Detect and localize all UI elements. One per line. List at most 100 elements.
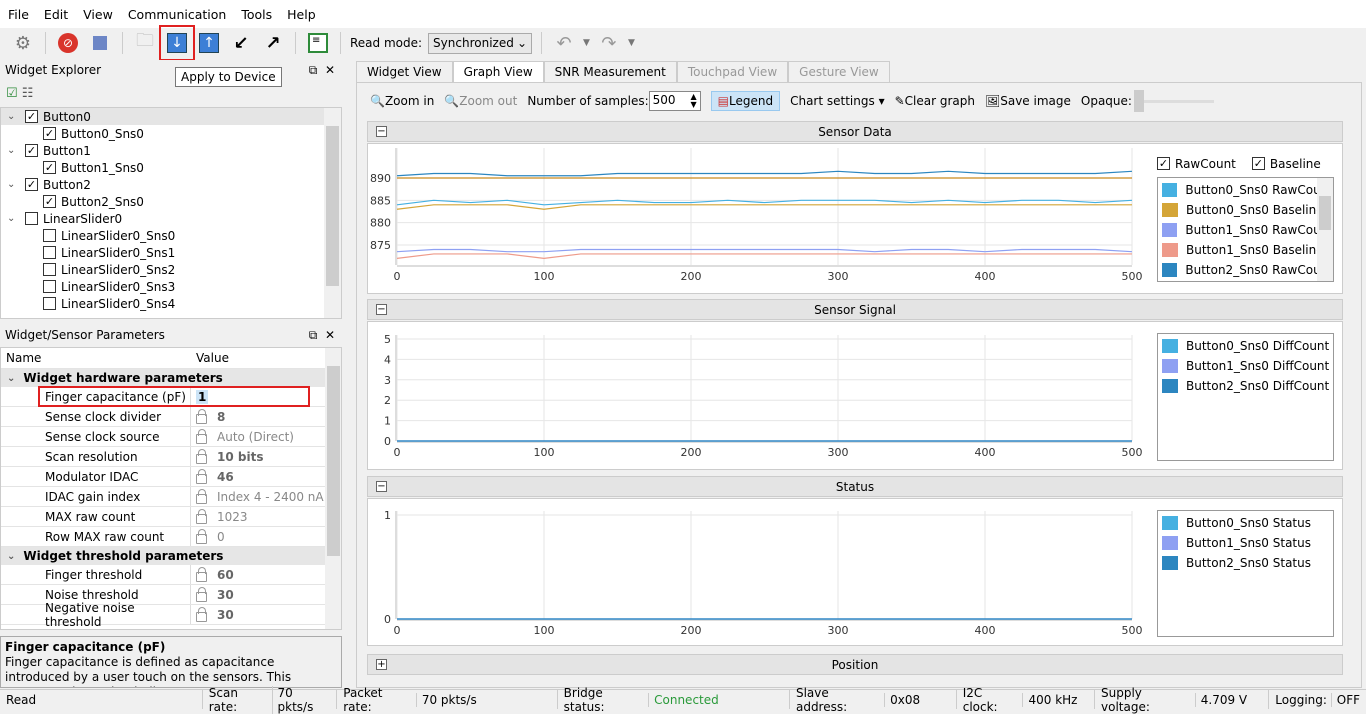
chevron-down-icon[interactable]: ⌄: [7, 111, 25, 122]
legend-item[interactable]: Button2_Sns0 DiffCount: [1158, 376, 1333, 396]
params-scrollbar[interactable]: [325, 348, 341, 629]
close-icon[interactable]: ✕: [325, 328, 335, 342]
legend-item[interactable]: Button2_Sns0 RawCount: [1158, 260, 1333, 280]
status-header[interactable]: − Status: [367, 476, 1343, 497]
tree-item[interactable]: ✓ Button2_Sns0: [1, 193, 341, 210]
menu-view[interactable]: View: [83, 7, 113, 22]
log-icon[interactable]: ≡: [305, 30, 331, 56]
checkbox[interactable]: ✓: [25, 144, 38, 157]
param-row[interactable]: Row MAX raw count 0: [1, 527, 341, 547]
samples-input[interactable]: 500 ▲ ▼: [648, 91, 701, 111]
legend-item[interactable]: Button1_Sns0 RawCount: [1158, 220, 1333, 240]
read-mode-select[interactable]: Synchronized ⌄: [428, 32, 533, 54]
checkbox[interactable]: ✓: [43, 127, 56, 140]
zoom-in-button[interactable]: 🔍Zoom in: [370, 94, 434, 108]
param-value: Index 4 - 2400 nA: [191, 488, 324, 504]
tree-item[interactable]: LinearSlider0_Sns2: [1, 261, 341, 278]
param-row[interactable]: IDAC gain index Index 4 - 2400 nA: [1, 487, 341, 507]
tree-item[interactable]: LinearSlider0_Sns4: [1, 295, 341, 312]
param-row[interactable]: Scan resolution 10 bits: [1, 447, 341, 467]
zoom-out-button[interactable]: 🔍Zoom out: [444, 94, 517, 108]
rawcount-checkbox[interactable]: ✓ RawCount: [1157, 157, 1236, 171]
save-image-button[interactable]: 🖼Save image: [985, 94, 1071, 108]
tree-item[interactable]: LinearSlider0_Sns0: [1, 227, 341, 244]
param-group[interactable]: ⌄ Widget hardware parameters: [1, 369, 341, 387]
redo-icon[interactable]: ↷: [596, 30, 622, 56]
menu-file[interactable]: File: [8, 7, 29, 22]
checkbox[interactable]: ✓: [25, 178, 38, 191]
tree-item[interactable]: ⌄ ✓ Button1: [1, 142, 341, 159]
checkbox[interactable]: [43, 229, 56, 242]
legend-item[interactable]: Button1_Sns0 Baseline: [1158, 240, 1333, 260]
redo-dropdown-icon[interactable]: ▼: [628, 38, 635, 48]
menu-tools[interactable]: Tools: [241, 7, 272, 22]
chart-settings-button[interactable]: Chart settings ▾: [790, 94, 885, 108]
chevron-down-icon[interactable]: ⌄: [7, 213, 25, 224]
opaque-slider[interactable]: [1133, 90, 1214, 112]
tree-item[interactable]: ⌄ ✓ Button0: [1, 108, 341, 125]
legend-item[interactable]: Button1_Sns0 Status: [1158, 533, 1333, 553]
param-row[interactable]: Finger threshold 60: [1, 565, 341, 585]
export-icon[interactable]: ↗: [260, 30, 286, 56]
chevron-down-icon[interactable]: ⌄: [7, 179, 25, 190]
legend-item[interactable]: Button0_Sns0 RawCount: [1158, 180, 1333, 200]
legend-item[interactable]: Button0_Sns0 Baseline: [1158, 200, 1333, 220]
checkbox[interactable]: ✓: [25, 110, 38, 123]
menu-help[interactable]: Help: [287, 7, 316, 22]
chevron-down-icon[interactable]: ⌄: [7, 145, 25, 156]
legend-item[interactable]: Button0_Sns0 DiffCount: [1158, 336, 1333, 356]
disconnect-button[interactable]: ⊘: [55, 30, 81, 56]
open-folder-icon[interactable]: 🗀: [132, 30, 158, 56]
param-row[interactable]: Sense clock divider 8: [1, 407, 341, 427]
checkbox[interactable]: [25, 212, 38, 225]
legend-scrollbar[interactable]: [1317, 178, 1333, 281]
x-tick-label: 100: [534, 270, 555, 283]
checkbox[interactable]: [43, 263, 56, 276]
undo-dropdown-icon[interactable]: ▼: [583, 38, 590, 48]
view-tabs: Widget View Graph View SNR Measurement Touc…: [356, 61, 890, 82]
settings-gear-icon[interactable]: ⚙: [10, 30, 36, 56]
tree-item[interactable]: ✓ Button0_Sns0: [1, 125, 341, 142]
checkbox[interactable]: [43, 246, 56, 259]
float-icon[interactable]: ⧉: [309, 63, 318, 77]
read-from-device-button[interactable]: ↑: [196, 30, 222, 56]
tab-snr-measurement[interactable]: SNR Measurement: [543, 61, 677, 82]
float-icon[interactable]: ⧉: [309, 328, 318, 342]
param-group[interactable]: ⌄ Widget threshold parameters: [1, 547, 341, 565]
undo-icon[interactable]: ↶: [551, 30, 577, 56]
checkbox[interactable]: [43, 280, 56, 293]
menu-communication[interactable]: Communication: [128, 7, 227, 22]
legend-item[interactable]: Button2_Sns0 Status: [1158, 553, 1333, 573]
tree-scrollbar[interactable]: [324, 108, 341, 318]
checkbox[interactable]: ✓: [43, 161, 56, 174]
tab-widget-view[interactable]: Widget View: [356, 61, 453, 82]
param-row[interactable]: Negative noise threshold 30: [1, 601, 341, 629]
tree-item[interactable]: ⌄ ✓ Button2: [1, 176, 341, 193]
sensor-signal-header[interactable]: − Sensor Signal: [367, 299, 1343, 320]
legend-item[interactable]: Button0_Sns0 Status: [1158, 513, 1333, 533]
param-row[interactable]: Sense clock source Auto (Direct): [1, 427, 341, 447]
checkbox[interactable]: [43, 297, 56, 310]
tree-item[interactable]: LinearSlider0_Sns3: [1, 278, 341, 295]
expand-all-icon[interactable]: ☑ ☷: [6, 86, 33, 101]
tab-touchpad-view[interactable]: Touchpad View: [676, 61, 789, 82]
baseline-checkbox[interactable]: ✓ Baseline: [1251, 157, 1321, 171]
tree-item[interactable]: ⌄ LinearSlider0: [1, 210, 341, 227]
tab-graph-view[interactable]: Graph View: [452, 61, 544, 82]
legend-toggle-button[interactable]: ▤Legend: [710, 91, 781, 111]
tree-item[interactable]: LinearSlider0_Sns1: [1, 244, 341, 261]
clear-graph-button[interactable]: ✎Clear graph: [895, 94, 975, 108]
legend-item[interactable]: Button1_Sns0 DiffCount: [1158, 356, 1333, 376]
import-icon[interactable]: ↙: [228, 30, 254, 56]
close-icon[interactable]: ✕: [325, 63, 335, 77]
tab-gesture-view[interactable]: Gesture View: [788, 61, 890, 82]
checkbox[interactable]: ✓: [43, 195, 56, 208]
sensor-data-header[interactable]: − Sensor Data: [367, 121, 1343, 142]
stop-button[interactable]: [87, 30, 113, 56]
tree-item[interactable]: ✓ Button1_Sns0: [1, 159, 341, 176]
menu-edit[interactable]: Edit: [44, 7, 68, 22]
apply-to-device-button[interactable]: ↓: [159, 25, 195, 61]
param-row[interactable]: MAX raw count 1023: [1, 507, 341, 527]
position-header[interactable]: + Position: [367, 654, 1343, 675]
param-row[interactable]: Modulator IDAC 46: [1, 467, 341, 487]
